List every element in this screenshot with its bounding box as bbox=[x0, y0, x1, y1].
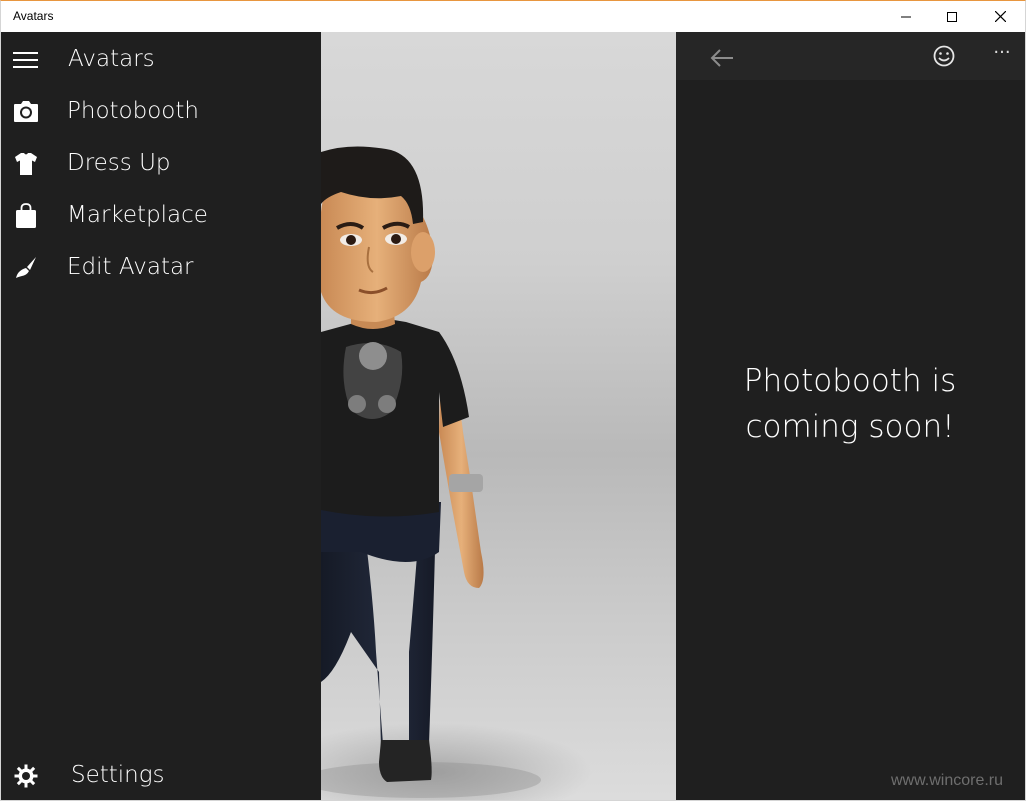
avatar-figure bbox=[321, 146, 541, 798]
message-line-1: Photobooth is bbox=[743, 363, 957, 399]
close-button[interactable] bbox=[977, 1, 1023, 32]
brush-icon bbox=[13, 256, 39, 280]
maximize-button[interactable] bbox=[929, 1, 975, 32]
nav-item-edit-avatar[interactable]: Edit Avatar bbox=[1, 244, 321, 292]
title-bar: Avatars bbox=[1, 1, 1025, 32]
app-title: Avatars bbox=[68, 46, 155, 72]
app-window: Avatars Avatars Photobooth Dress Up Mark… bbox=[0, 0, 1026, 801]
nav-item-photobooth[interactable]: Photobooth bbox=[1, 88, 321, 136]
navigation-pane: Avatars Photobooth Dress Up Marketplace … bbox=[1, 32, 321, 800]
close-icon bbox=[994, 11, 1006, 22]
window-title: Avatars bbox=[13, 9, 54, 23]
avatar-preview bbox=[321, 32, 676, 800]
shopping-bag-icon bbox=[13, 203, 39, 228]
nav-label-photobooth: Photobooth bbox=[67, 98, 199, 124]
minimize-icon bbox=[901, 16, 911, 17]
gear-icon bbox=[13, 764, 39, 788]
message-line-2: coming soon! bbox=[745, 409, 955, 445]
smiley-icon bbox=[933, 45, 955, 67]
more-options-button[interactable]: ··· bbox=[988, 42, 1016, 66]
minimize-button[interactable] bbox=[883, 1, 929, 32]
detail-header: ··· bbox=[676, 32, 1025, 80]
maximize-icon bbox=[947, 11, 957, 22]
nav-item-dress-up[interactable]: Dress Up bbox=[1, 140, 321, 188]
shirt-icon bbox=[13, 152, 39, 176]
nav-header-avatars[interactable]: Avatars bbox=[1, 36, 321, 84]
back-button[interactable] bbox=[708, 46, 736, 70]
nav-label-settings: Settings bbox=[71, 762, 165, 788]
nav-label-edit-avatar: Edit Avatar bbox=[67, 254, 194, 280]
nav-item-marketplace[interactable]: Marketplace bbox=[1, 192, 321, 240]
watermark: www.wincore.ru bbox=[891, 772, 1004, 789]
hamburger-icon[interactable] bbox=[13, 48, 39, 72]
nav-label-marketplace: Marketplace bbox=[67, 202, 208, 228]
detail-pane: ··· Photobooth is coming soon! bbox=[676, 32, 1025, 800]
camera-icon bbox=[13, 100, 39, 124]
emoji-button[interactable] bbox=[932, 44, 956, 68]
nav-item-settings[interactable]: Settings bbox=[1, 752, 321, 800]
back-arrow-icon bbox=[710, 49, 733, 67]
nav-label-dress-up: Dress Up bbox=[67, 150, 171, 176]
coming-soon-message: Photobooth is coming soon! bbox=[700, 358, 1000, 450]
